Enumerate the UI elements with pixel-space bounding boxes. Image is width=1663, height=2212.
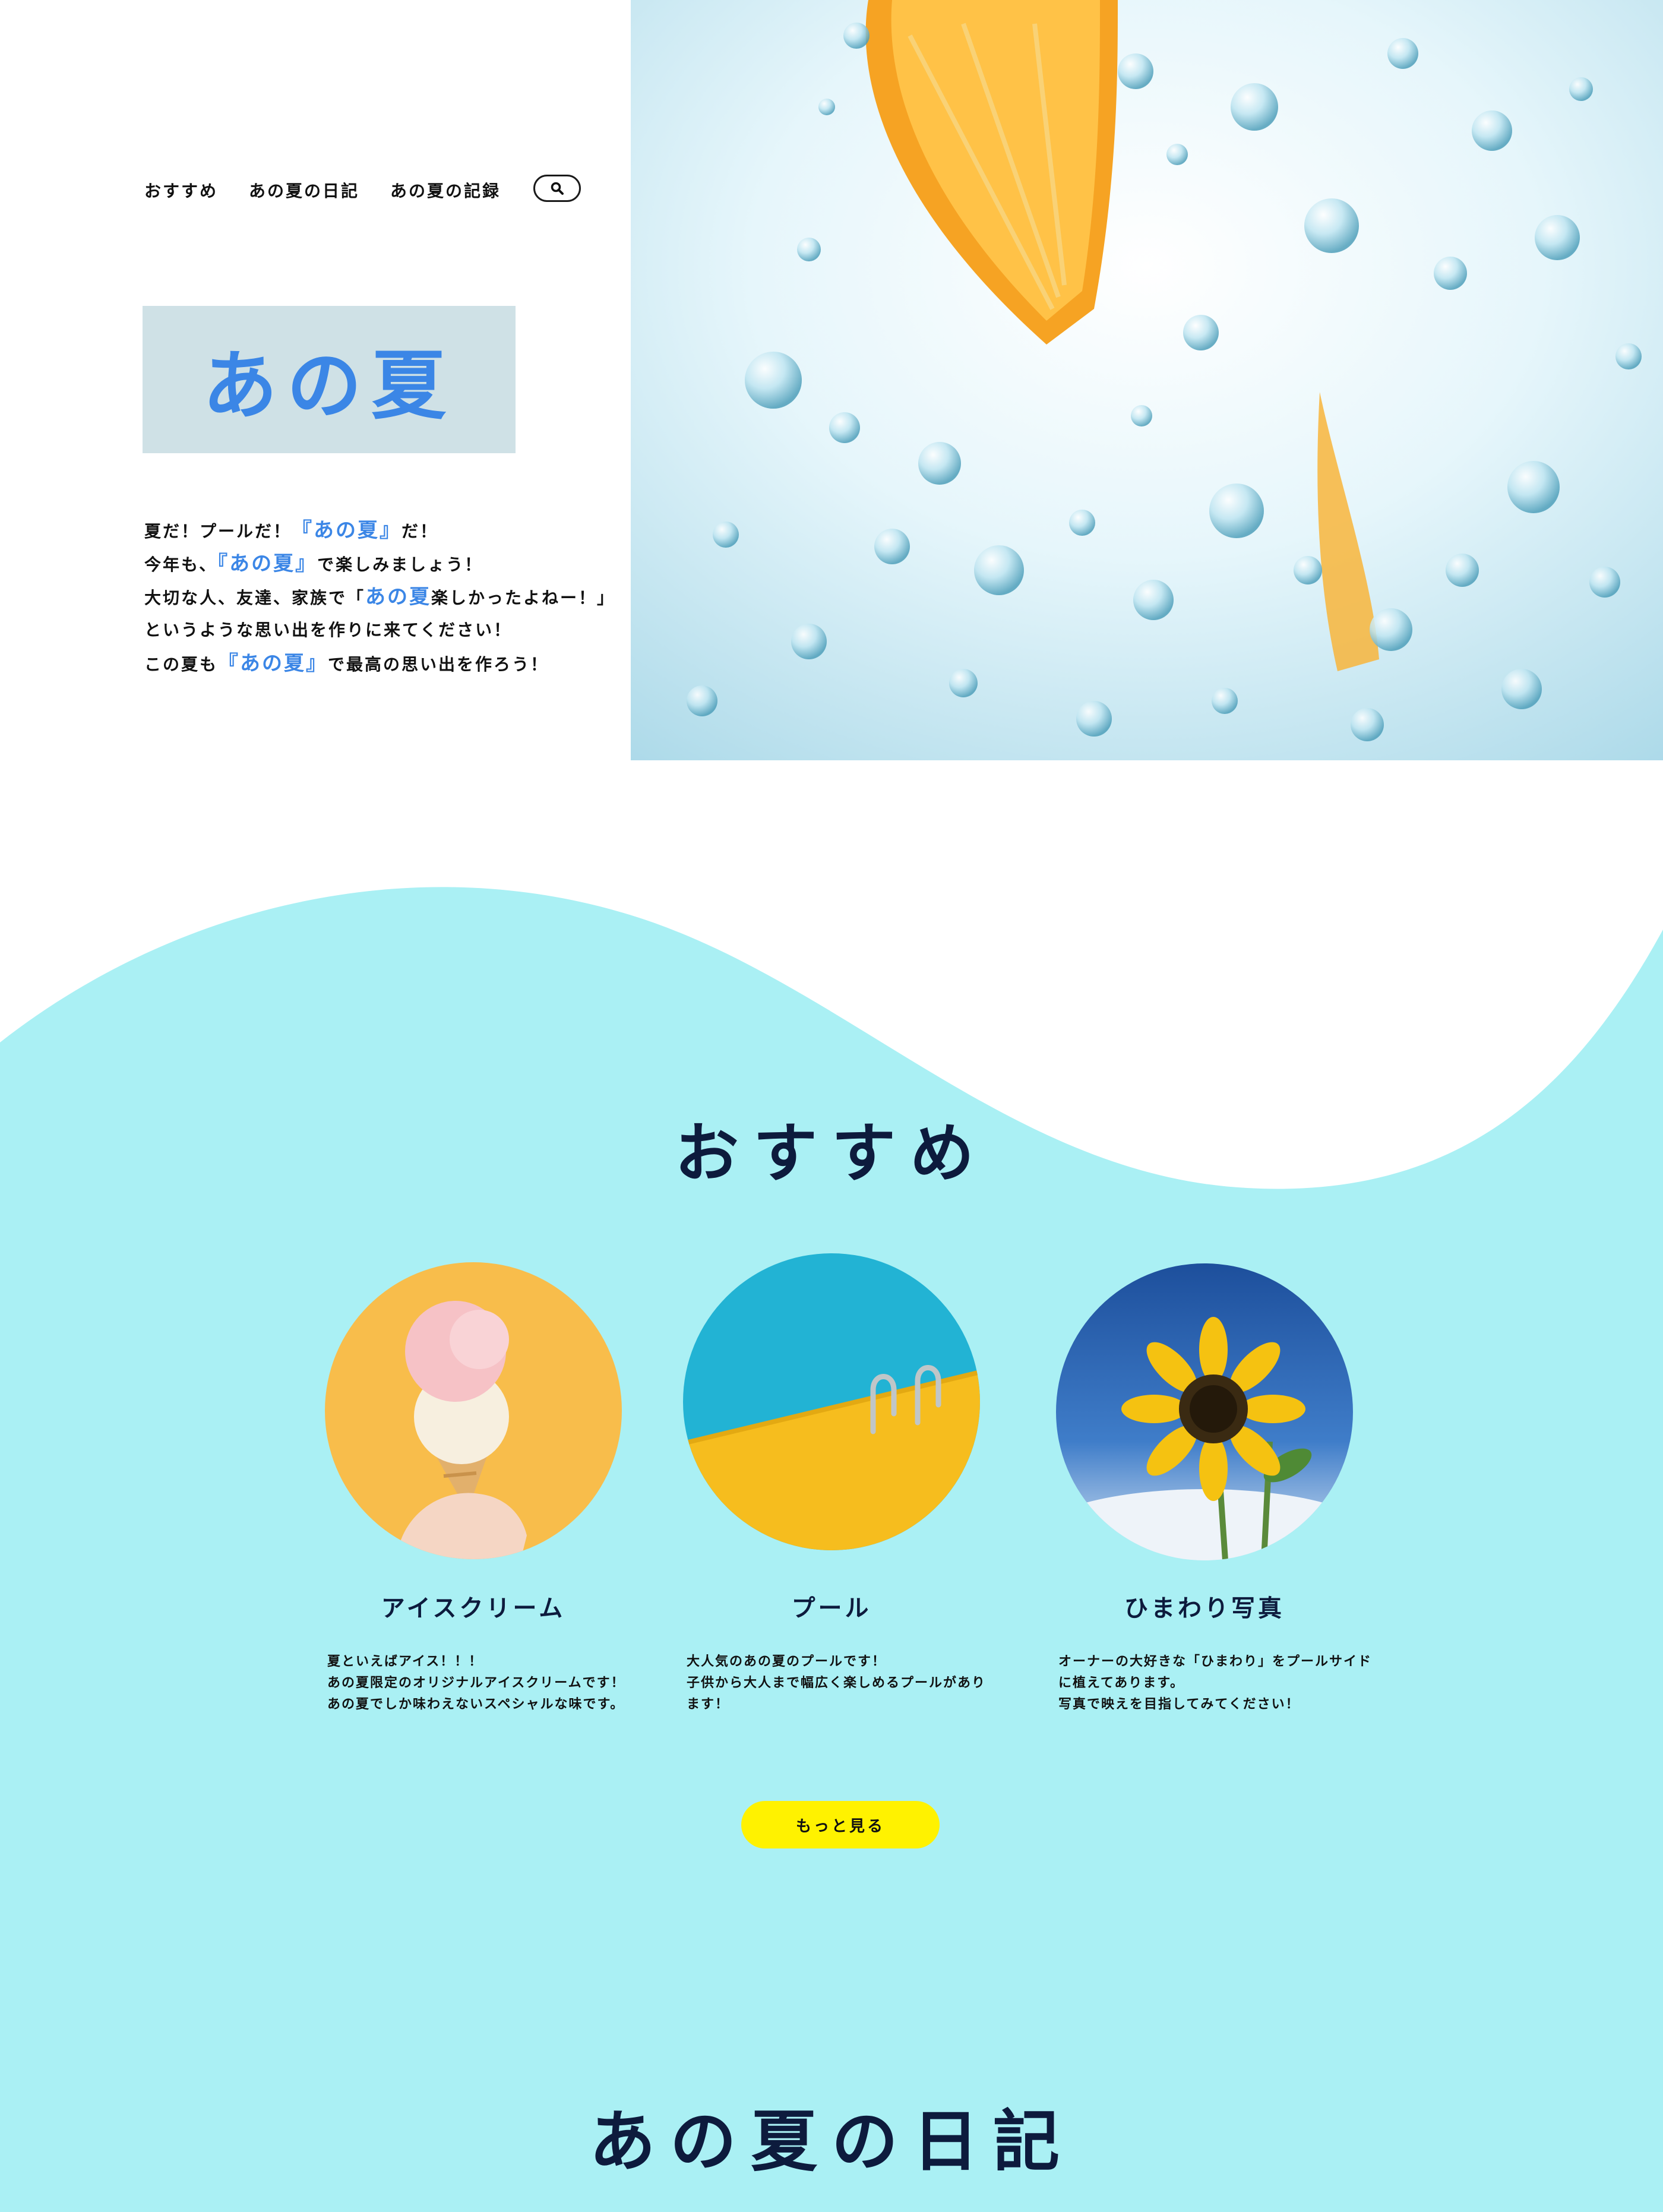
intro-line: 夏だ！プールだ！『あの夏』だ！ [144,519,439,542]
section-title-recommend: おすすめ [674,1117,988,1191]
site-logo[interactable]: あの夏 [143,306,516,453]
intro-line: というような思い出を作りに来てください！ [144,620,513,640]
intro-line: 今年も、『あの夏』で楽しみましょう！ [144,552,483,576]
highlight-text: あの夏 [365,585,432,609]
card-title-sunflower: ひまわり写真 [1124,1595,1285,1622]
logo-text: あの夏 [203,342,456,429]
search-button[interactable] [533,175,581,202]
card-image-ice-cream[interactable] [325,1262,622,1559]
hero-image [631,0,1663,760]
card-desc-ice-cream: 夏といえばアイス！！！ あの夏限定のオリジナルアイスクリームです！ あの夏でしか… [327,1654,625,1712]
nav-link-record[interactable]: あの夏の記録 [390,178,501,202]
nav-link-diary[interactable]: あの夏の日記 [249,178,359,202]
highlight-text: 『あの夏』 [292,519,402,542]
intro-text: 夏だ！プールだ！『あの夏』だ！ 今年も、『あの夏』で楽しみましょう！ 大切な人、… [144,514,631,680]
more-button[interactable]: もっと見る [741,1801,940,1848]
card-title-ice-cream: アイスクリーム [381,1595,566,1622]
section-title-diary: あの夏の日記 [589,2103,1074,2181]
card-title-pool: プール [791,1595,872,1622]
highlight-text: 『あの夏』 [217,552,318,576]
intro-line: 大切な人、友達、家族で「あの夏楽しかったよねー！」 [144,585,616,609]
main-nav: おすすめ あの夏の日記 あの夏の記録 [144,175,532,206]
card-image-sunflower[interactable] [1056,1263,1353,1560]
nav-link-recommend[interactable]: おすすめ [144,178,218,202]
card-desc-pool: 大人気のあの夏のプールです！ 子供から大人まで幅広く楽しめるプールがあり ます！ [687,1654,987,1712]
highlight-text: 『あの夏』 [218,652,328,675]
card-image-pool[interactable] [683,1253,980,1550]
search-icon [551,182,564,195]
card-desc-sunflower: オーナーの大好きな「ひまわり」をプールサイド に植えてあります。 写真で映えを目… [1058,1654,1373,1712]
intro-line: この夏も『あの夏』で最高の思い出を作ろう！ [144,652,549,675]
